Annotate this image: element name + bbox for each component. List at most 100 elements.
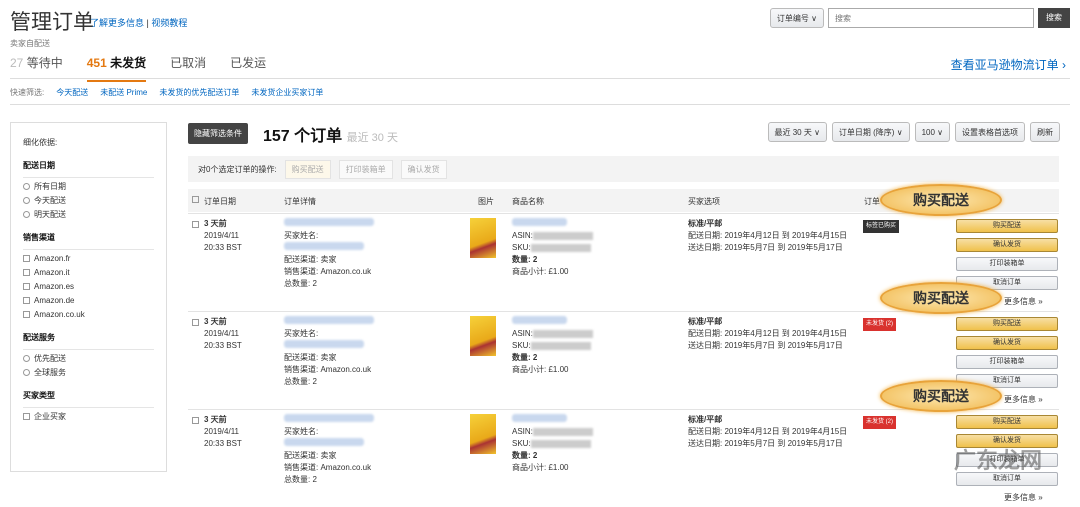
print-slip-button[interactable]: 打印装箱单 — [956, 257, 1058, 271]
fba-orders-link[interactable]: 查看亚马逊物流订单 › — [951, 56, 1066, 73]
quick-filter-business[interactable]: 未发货企业买家订单 — [251, 87, 323, 98]
search-input[interactable] — [828, 8, 1034, 28]
buyer-name[interactable] — [284, 340, 364, 348]
row-checkbox[interactable] — [192, 319, 199, 326]
sort-select[interactable]: 订单日期 (降序) ∨ — [831, 122, 910, 142]
order-time: 20:33 BST — [204, 341, 242, 350]
col-image: 图片 — [478, 197, 494, 206]
select-all-checkbox[interactable] — [192, 196, 199, 203]
col-order-status: 订单 — [864, 197, 880, 206]
learn-more-link[interactable]: 了解更多信息 — [90, 18, 144, 28]
buy-shipping-callout: 购买配送 — [880, 380, 1002, 412]
bulk-confirm-shipment[interactable]: 确认发货 — [400, 159, 447, 179]
total-quantity: 总数量: 2 — [284, 377, 317, 386]
filter-option[interactable]: 优先配送 — [23, 352, 154, 364]
filter-option[interactable]: Amazon.de — [23, 294, 154, 306]
period-select[interactable]: 最近 30 天 ∨ — [767, 122, 827, 142]
search-button[interactable]: 搜索 — [1038, 8, 1070, 28]
divider — [23, 249, 154, 250]
bulk-buy-shipping[interactable]: 购买配送 — [284, 159, 331, 179]
buyer-name[interactable] — [284, 438, 364, 446]
filter-option[interactable]: Amazon.es — [23, 280, 154, 292]
item-subtotal: 商品小计: £1.00 — [512, 365, 569, 374]
product-name-link[interactable] — [512, 218, 567, 226]
filter-option[interactable]: 明天配送 — [23, 208, 154, 220]
sales-channel: 销售渠道: Amazon.co.uk — [284, 463, 372, 472]
filter-option-label: Amazon.it — [34, 267, 70, 277]
checkbox[interactable] — [23, 282, 30, 290]
order-time: 20:33 BST — [204, 439, 242, 448]
checkbox[interactable] — [23, 412, 30, 420]
shipping-service: 标准/平邮 — [688, 219, 723, 228]
filter-option[interactable]: 企业买家 — [23, 410, 154, 422]
buy-shipping-callout: 购买配送 — [880, 282, 1002, 314]
video-tutorial-link[interactable]: 视频教程 — [151, 18, 187, 28]
more-info-link[interactable]: 更多信息 » — [1004, 394, 1043, 405]
order-id-link[interactable] — [284, 414, 374, 422]
buyer-name-label: 买家姓名: — [284, 231, 319, 240]
checkbox[interactable] — [23, 254, 30, 262]
more-info-link[interactable]: 更多信息 » — [1004, 492, 1043, 503]
product-name-link[interactable] — [512, 316, 567, 324]
bulk-print-slip[interactable]: 打印装箱单 — [338, 159, 393, 179]
radio-button[interactable] — [23, 354, 30, 362]
radio-button[interactable] — [23, 182, 30, 190]
order-count: 157 个订单 最近 30 天 — [263, 128, 398, 145]
more-info-link[interactable]: 更多信息 » — [1004, 296, 1043, 307]
status-badge: 未发货 (2) — [863, 318, 897, 331]
sku-value — [530, 439, 591, 448]
divider — [10, 78, 1070, 79]
buy-shipping-button[interactable]: 购买配送 — [956, 219, 1058, 233]
divider — [23, 177, 154, 178]
buyer-name-label: 买家姓名: — [284, 329, 319, 338]
confirm-shipment-button[interactable]: 确认发货 — [956, 238, 1058, 252]
col-order-date[interactable]: 订单日期 — [204, 196, 236, 207]
asin-label: ASIN: — [512, 427, 533, 436]
item-subtotal: 商品小计: £1.00 — [512, 463, 569, 472]
print-slip-button[interactable]: 打印装箱单 — [956, 355, 1058, 369]
quick-filter-prime[interactable]: 未配送 Prime — [100, 87, 147, 98]
radio-button[interactable] — [23, 196, 30, 204]
search-field-select[interactable]: 订单编号 ∨ — [769, 8, 824, 28]
table-prefs-button[interactable]: 设置表格首选项 — [955, 122, 1025, 142]
row-checkbox[interactable] — [192, 417, 199, 424]
checkbox[interactable] — [23, 296, 30, 304]
per-page-select[interactable]: 100 ∨ — [914, 122, 950, 142]
hide-filters-button[interactable]: 隐藏筛选条件 — [188, 123, 248, 144]
quick-filter-priority[interactable]: 未发货的优先配送订单 — [159, 87, 239, 98]
radio-button[interactable] — [23, 210, 30, 218]
quick-filter-today[interactable]: 今天配送 — [56, 87, 88, 98]
filter-option[interactable]: 今天配送 — [23, 194, 154, 206]
radio-button[interactable] — [23, 368, 30, 376]
confirm-shipment-button[interactable]: 确认发货 — [956, 336, 1058, 350]
filter-option[interactable]: Amazon.fr — [23, 252, 154, 264]
order-id-link[interactable] — [284, 316, 374, 324]
buy-shipping-button[interactable]: 购买配送 — [956, 317, 1058, 331]
buyer-name[interactable] — [284, 242, 364, 250]
product-name-link[interactable] — [512, 414, 567, 422]
order-time: 20:33 BST — [204, 243, 242, 252]
product-image[interactable] — [470, 316, 496, 356]
filter-option-label: Amazon.de — [34, 295, 75, 305]
product-image[interactable] — [470, 414, 496, 454]
product-image[interactable] — [470, 218, 496, 258]
quantity: 数量: 2 — [512, 451, 538, 460]
filter-option[interactable]: Amazon.it — [23, 266, 154, 278]
filter-option-label: 明天配送 — [34, 209, 66, 219]
order-id-link[interactable] — [284, 218, 374, 226]
order-date: 2019/4/11 — [204, 329, 239, 338]
checkbox[interactable] — [23, 310, 30, 318]
fulfillment-channel: 配送渠道: 卖家 — [284, 255, 337, 264]
filter-option[interactable]: 全球服务 — [23, 366, 154, 378]
filter-sidebar: 细化依据: 配送日期 所有日期 今天配送 明天配送 销售渠道 Amazon.fr Amazo… — [10, 122, 167, 472]
filter-group-title: 销售渠道 — [23, 233, 55, 242]
filter-option[interactable]: Amazon.co.uk — [23, 308, 154, 320]
status-badge: 标签已购买 — [863, 220, 900, 233]
order-age: 3 天前 — [204, 219, 227, 228]
sales-channel: 销售渠道: Amazon.co.uk — [284, 267, 372, 276]
buy-shipping-button[interactable]: 购买配送 — [956, 415, 1058, 429]
row-checkbox[interactable] — [192, 221, 199, 228]
refresh-button[interactable]: 刷新 — [1030, 122, 1060, 142]
filter-option[interactable]: 所有日期 — [23, 180, 154, 192]
checkbox[interactable] — [23, 268, 30, 276]
